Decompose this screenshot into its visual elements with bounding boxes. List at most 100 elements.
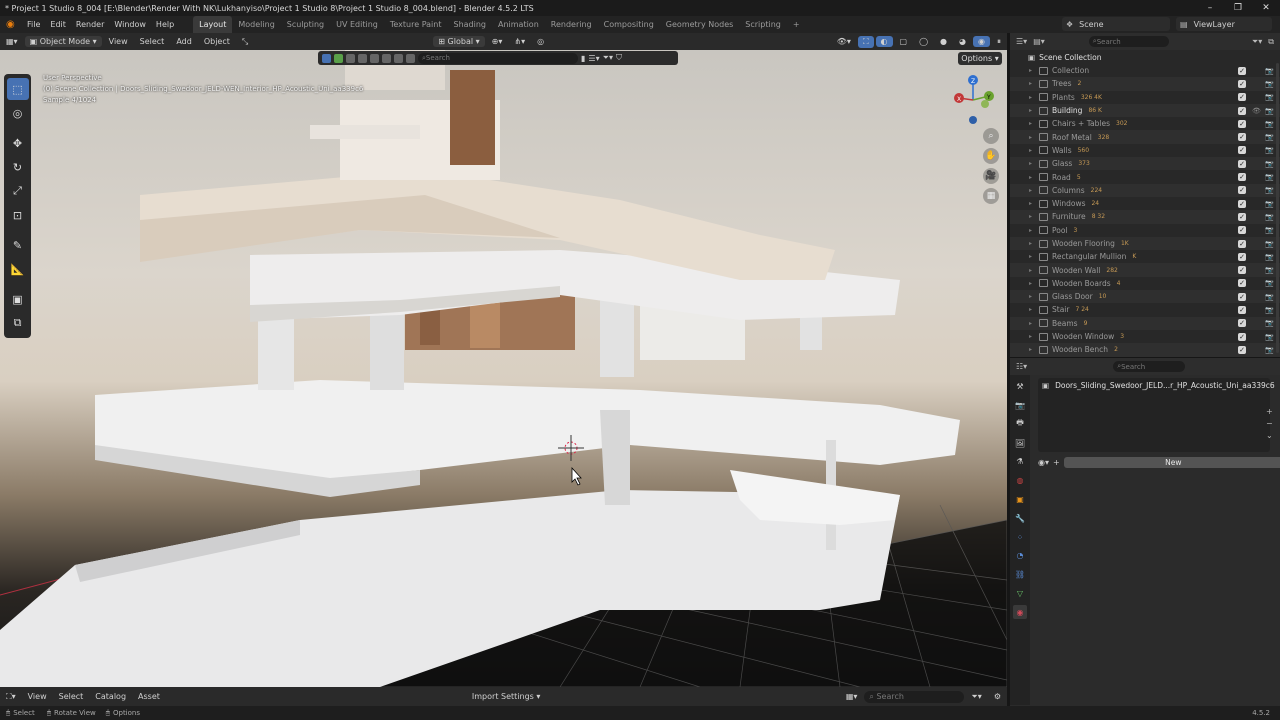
expand-arrow-icon[interactable]: ▸ (1029, 147, 1039, 154)
xray-icon[interactable]: ▢ (895, 36, 913, 47)
expand-arrow-icon[interactable]: ▸ (1029, 94, 1039, 101)
render-camera-icon[interactable]: 📷 (1265, 133, 1274, 141)
outliner-row[interactable]: ▸ Building 86 K ✓ 👁 📷 (1010, 103, 1280, 118)
outliner-row[interactable]: ▸ Road 5 ✓ 📷 (1010, 170, 1280, 183)
rendered-shading-icon[interactable]: ◉ (973, 36, 990, 47)
outliner-row[interactable]: ▸ Chairs + Tables 302 ✓ 📷 (1010, 117, 1280, 130)
editor-type-icon[interactable]: ▦▾ (1, 36, 23, 47)
minimize-button[interactable]: – (1196, 0, 1224, 16)
exclude-checkbox[interactable]: ✓ (1238, 146, 1246, 155)
snap-icon[interactable]: ⋔▾ (509, 36, 530, 47)
proportional-edit-icon[interactable]: ◎ (532, 36, 549, 47)
viewport-search-input[interactable]: ⌕ Search (418, 52, 578, 64)
object-type-icon[interactable] (334, 53, 343, 63)
camera-filter-icon[interactable] (382, 53, 391, 63)
asset-search-input[interactable]: ⌕ Search (864, 690, 965, 703)
asset-settings-gear-icon[interactable]: ⚙ (989, 691, 1006, 702)
render-camera-icon[interactable]: 📷 (1265, 107, 1274, 115)
select-box-icon[interactable] (322, 53, 331, 63)
visibility-icon[interactable]: 👁▾ (832, 36, 856, 47)
display-mode-icon[interactable]: ▦▾ (841, 691, 863, 702)
outliner-row[interactable]: ▸ Pool 3 ✓ 📷 (1010, 224, 1280, 237)
tab-modeling[interactable]: Modeling (232, 16, 280, 33)
asset-menu-select[interactable]: Select (54, 691, 89, 702)
exclude-checkbox[interactable]: ✓ (1238, 226, 1246, 235)
scale-tool-icon[interactable]: ⤢ (7, 180, 29, 202)
expand-arrow-icon[interactable]: ▸ (1029, 134, 1039, 141)
tab-layout[interactable]: Layout (193, 16, 233, 33)
transform-icon[interactable]: ⤡ (237, 36, 253, 48)
visibility-eye-icon[interactable]: 👁 (1252, 107, 1261, 115)
menu-help[interactable]: Help (151, 20, 179, 29)
slot-menu-icon[interactable]: ⌄ (1266, 430, 1273, 442)
add-cube-tool-icon[interactable]: ▣ (7, 288, 29, 310)
menu-render[interactable]: Render (71, 20, 109, 29)
tab-texture-paint[interactable]: Texture Paint (384, 16, 448, 33)
new-material-button[interactable]: New (1063, 456, 1280, 468)
remove-slot-icon[interactable]: − (1266, 418, 1273, 430)
rotate-tool-icon[interactable]: ↻ (7, 156, 29, 178)
render-camera-icon[interactable]: 📷 (1265, 346, 1274, 354)
outliner-row[interactable]: ▸ Glass 373 ✓ 📷 (1010, 157, 1280, 171)
transform-tool-icon[interactable]: ⊡ (7, 204, 29, 226)
asset-menu-asset[interactable]: Asset (133, 691, 165, 702)
wireframe-shading-icon[interactable]: ◯ (914, 36, 933, 47)
exclude-checkbox[interactable]: ✓ (1238, 239, 1246, 248)
solid-shading-icon[interactable]: ● (935, 36, 952, 47)
tab-scripting[interactable]: Scripting (739, 16, 787, 33)
scene-selector[interactable]: ❖ Scene (1062, 17, 1170, 31)
outliner-filter-icon[interactable]: ⏷▾ (1252, 37, 1262, 47)
exclude-checkbox[interactable]: ✓ (1238, 66, 1246, 75)
outliner-row[interactable]: ▸ Furniture 8 32 ✓ 📷 (1010, 210, 1280, 224)
add-workspace-button[interactable]: + (787, 16, 806, 33)
pivot-icon[interactable]: ⊕▾ (487, 36, 508, 47)
expand-arrow-icon[interactable]: ▸ (1029, 267, 1039, 274)
asset-editor-type-icon[interactable]: ⛶▾ (1, 691, 21, 703)
expand-arrow-icon[interactable]: ▸ (1029, 187, 1039, 194)
expand-arrow-icon[interactable]: ▸ (1029, 320, 1039, 327)
outliner-editor-icon[interactable]: ☰▾ (1016, 37, 1027, 46)
exclude-checkbox[interactable]: ✓ (1238, 212, 1246, 221)
expand-arrow-icon[interactable]: ▸ (1029, 293, 1039, 300)
render-camera-icon[interactable]: 📷 (1265, 253, 1274, 261)
exclude-checkbox[interactable]: ✓ (1238, 305, 1246, 314)
menu-object[interactable]: Object (199, 36, 235, 47)
exclude-checkbox[interactable]: ✓ (1238, 345, 1246, 354)
material-slot-item[interactable]: ▣ Doors_Sliding_Swedoor_JELD...r_HP_Acou… (1038, 378, 1275, 392)
render-camera-icon[interactable]: 📷 (1265, 80, 1274, 88)
view-layer-tab-icon[interactable]: 🖼 (1013, 436, 1027, 450)
exclude-checkbox[interactable]: ✓ (1238, 319, 1246, 328)
properties-search-input[interactable]: ⌕ Search (1113, 361, 1186, 372)
outliner-scrollbar[interactable] (1276, 63, 1279, 353)
asset-menu-catalog[interactable]: Catalog (90, 691, 131, 702)
scene-tab-icon[interactable]: ⚗ (1013, 455, 1027, 469)
expand-arrow-icon[interactable]: ▸ (1029, 280, 1039, 287)
outliner-row[interactable]: ▸ Plants 326 4K ✓ 📷 (1010, 91, 1280, 104)
material-tab-icon[interactable]: ◉ (1013, 605, 1027, 620)
data-tab-icon[interactable]: ▽ (1013, 587, 1027, 601)
expand-arrow-icon[interactable]: ▸ (1029, 240, 1039, 247)
menu-edit[interactable]: Edit (45, 20, 71, 29)
pause-render-icon[interactable]: ⏸ (992, 36, 1006, 48)
render-camera-icon[interactable]: 📷 (1265, 213, 1274, 221)
outliner-row[interactable]: ▸ Stair 7 24 ✓ 📷 (1010, 303, 1280, 316)
select-tool-icon[interactable]: ⬚ (6, 78, 29, 100)
material-slot-list[interactable]: ▣ Doors_Sliding_Swedoor_JELD...r_HP_Acou… (1038, 378, 1275, 452)
grid-ortho-icon[interactable]: ▦ (983, 188, 999, 204)
render-camera-icon[interactable]: 📷 (1265, 186, 1274, 194)
outliner-row[interactable]: ▸ Wooden Bench 2 ✓ 📷 (1010, 343, 1280, 357)
light-filter-icon[interactable] (370, 53, 379, 63)
expand-arrow-icon[interactable]: ▸ (1029, 227, 1039, 234)
close-button[interactable]: ✕ (1252, 0, 1280, 16)
camera-view-icon[interactable]: 🎥 (983, 168, 999, 184)
exclude-checkbox[interactable]: ✓ (1238, 106, 1246, 115)
tab-uv-editing[interactable]: UV Editing (330, 16, 384, 33)
new-collection-icon[interactable]: ⧉ (1268, 37, 1274, 47)
exclude-checkbox[interactable]: ✓ (1238, 186, 1246, 195)
menu-view[interactable]: View (104, 36, 133, 47)
expand-arrow-icon[interactable]: ▸ (1029, 253, 1039, 260)
empty-filter-icon[interactable] (394, 53, 403, 63)
tab-compositing[interactable]: Compositing (598, 16, 660, 33)
curve-filter-icon[interactable] (358, 53, 367, 63)
blender-logo-icon[interactable]: ◉ (6, 19, 18, 31)
